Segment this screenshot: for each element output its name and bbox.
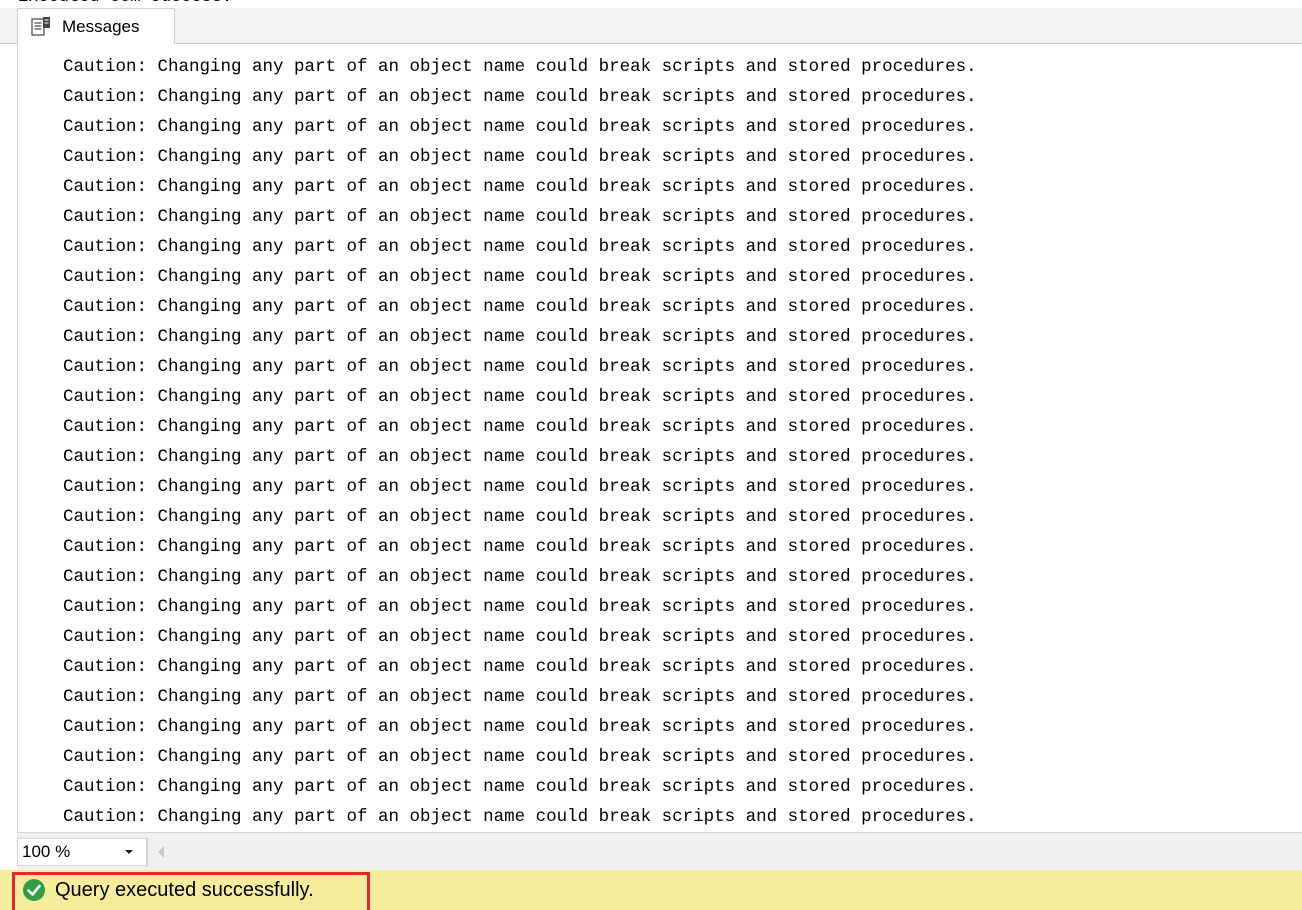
message-line: Caution: Changing any part of an object … (63, 807, 977, 827)
message-line: Caution: Changing any part of an object … (63, 297, 977, 317)
chevron-down-icon (122, 845, 136, 859)
zoom-select[interactable]: 100 % (17, 838, 147, 866)
tab-messages-label: Messages (62, 17, 140, 36)
check-circle-icon (22, 878, 46, 902)
message-line: Caution: Changing any part of an object … (63, 747, 977, 767)
message-line: Caution: Changing any part of an object … (63, 597, 977, 617)
message-line: Caution: Changing any part of an object … (63, 327, 977, 347)
message-line: Caution: Changing any part of an object … (63, 507, 977, 527)
message-line: Caution: Changing any part of an object … (63, 627, 977, 647)
zoom-bar: 100 % (17, 832, 1302, 870)
message-line: Caution: Changing any part of an object … (63, 147, 977, 167)
message-line: Caution: Changing any part of an object … (63, 357, 977, 377)
message-line: Caution: Changing any part of an object … (63, 117, 977, 137)
message-line: Caution: Changing any part of an object … (63, 477, 977, 497)
message-line: Caution: Changing any part of an object … (63, 237, 977, 257)
message-line: Caution: Changing any part of an object … (63, 657, 977, 677)
messages-icon (30, 16, 52, 38)
message-line: Caution: Changing any part of an object … (63, 537, 977, 557)
message-line: Caution: Changing any part of an object … (63, 177, 977, 197)
scroll-left-icon[interactable] (153, 841, 169, 863)
clipped-output-line: Executed com success. (18, 0, 232, 8)
message-line: Caution: Changing any part of an object … (63, 687, 977, 707)
horizontal-scrollbar[interactable] (173, 843, 1293, 861)
message-line: Caution: Changing any part of an object … (63, 777, 977, 797)
zoom-divider (147, 837, 148, 867)
message-line: Caution: Changing any part of an object … (63, 387, 977, 407)
message-line: Caution: Changing any part of an object … (63, 417, 977, 437)
messages-list: Caution: Changing any part of an object … (63, 52, 977, 832)
messages-pane[interactable]: Caution: Changing any part of an object … (17, 44, 1302, 832)
message-line: Caution: Changing any part of an object … (63, 567, 977, 587)
results-tabstrip: Messages (0, 8, 1302, 45)
status-text: Query executed successfully. (55, 878, 314, 901)
message-line: Caution: Changing any part of an object … (63, 207, 977, 227)
status-bar: Query executed successfully. (0, 870, 1302, 910)
message-line: Caution: Changing any part of an object … (63, 57, 977, 77)
message-line: Caution: Changing any part of an object … (63, 717, 977, 737)
message-line: Caution: Changing any part of an object … (63, 87, 977, 107)
message-line: Caution: Changing any part of an object … (63, 447, 977, 467)
message-line: Caution: Changing any part of an object … (63, 267, 977, 287)
tab-messages[interactable]: Messages (17, 8, 175, 45)
ssms-results-window: Executed com success. Messages Caution: … (0, 0, 1302, 910)
status-message: Query executed successfully. (22, 878, 314, 902)
zoom-value: 100 % (22, 842, 71, 861)
